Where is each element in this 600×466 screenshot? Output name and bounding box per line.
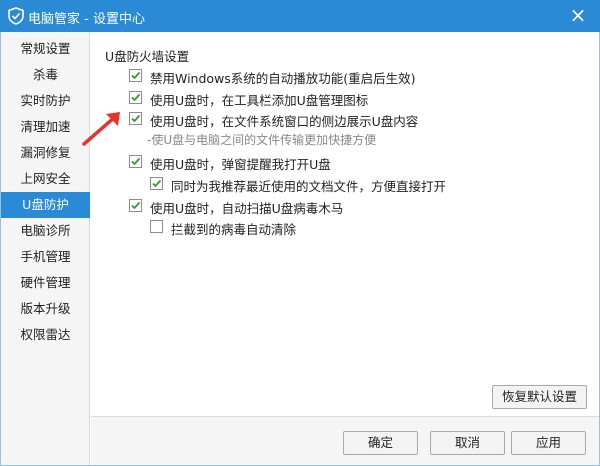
- ok-button[interactable]: 确定: [343, 431, 418, 455]
- checkbox[interactable]: [129, 91, 142, 104]
- checkbox[interactable]: [129, 112, 142, 125]
- option-label: 同时为我推荐最近使用的文档文件，方便直接打开: [171, 179, 447, 194]
- sidebar-item-phone-management[interactable]: 手机管理: [1, 244, 90, 270]
- checkmark-icon: [131, 114, 141, 123]
- restore-defaults-button[interactable]: 恢复默认设置: [492, 385, 587, 409]
- sidebar: 常规设置 杀毒 实时防护 清理加速 漏洞修复 上网安全 U盘防护 电脑诊所 手机…: [1, 32, 90, 465]
- sidebar-item-general[interactable]: 常规设置: [1, 36, 90, 62]
- sidebar-item-permission-radar[interactable]: 权限雷达: [1, 322, 90, 348]
- dialog-footer: 确定 取消 应用: [91, 416, 599, 465]
- option-label: 拦截到的病毒自动清除: [171, 222, 297, 237]
- sidebar-item-cleanup[interactable]: 清理加速: [1, 114, 90, 140]
- checkbox[interactable]: [150, 177, 163, 190]
- checkmark-icon: [131, 93, 141, 102]
- cancel-button[interactable]: 取消: [430, 431, 505, 455]
- checkbox[interactable]: [129, 69, 142, 82]
- checkbox[interactable]: [129, 155, 142, 168]
- checkmark-icon: [152, 179, 162, 188]
- option-label: 使用U盘时，在文件系统窗口的侧边展示U盘内容: [150, 114, 419, 129]
- sidebar-item-web-security[interactable]: 上网安全: [1, 166, 90, 192]
- checkmark-icon: [131, 157, 141, 166]
- window-title: 电脑管家 - 设置中心: [28, 12, 145, 27]
- close-button[interactable]: ×: [566, 4, 590, 28]
- option-hint: -使U盘与电脑之间的文件传输更加快捷方便: [147, 133, 377, 147]
- checkbox[interactable]: [129, 199, 142, 212]
- option-label: 使用U盘时，自动扫描U盘病毒木马: [150, 201, 344, 216]
- apply-button[interactable]: 应用: [511, 431, 586, 455]
- shield-logo-icon: [8, 7, 24, 25]
- sidebar-item-usb-protection[interactable]: U盘防护: [1, 192, 90, 218]
- option-label: 禁用Windows系统的自动播放功能(重启后生效): [150, 71, 416, 86]
- close-icon: ×: [569, 3, 587, 27]
- sidebar-item-hardware-management[interactable]: 硬件管理: [1, 270, 90, 296]
- sidebar-item-realtime-protection[interactable]: 实时防护: [1, 88, 90, 114]
- settings-panel: U盘防火墙设置 禁用Windows系统的自动播放功能(重启后生效) 使用U盘时，…: [91, 32, 599, 426]
- checkbox[interactable]: [150, 220, 163, 233]
- option-label: 使用U盘时，弹窗提醒我打开U盘: [150, 157, 331, 172]
- sidebar-item-antivirus[interactable]: 杀毒: [1, 62, 90, 88]
- checkmark-icon: [131, 201, 141, 210]
- title-bar: 电脑管家 - 设置中心 ×: [0, 0, 600, 32]
- option-label: 使用U盘时，在工具栏添加U盘管理图标: [150, 93, 369, 108]
- sidebar-item-vulnerability-fix[interactable]: 漏洞修复: [1, 140, 90, 166]
- sidebar-item-pc-clinic[interactable]: 电脑诊所: [1, 218, 90, 244]
- section-title: U盘防火墙设置: [105, 49, 190, 64]
- checkmark-icon: [131, 71, 141, 80]
- sidebar-item-version-upgrade[interactable]: 版本升级: [1, 296, 90, 322]
